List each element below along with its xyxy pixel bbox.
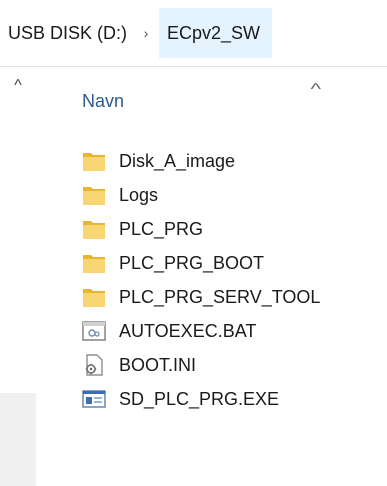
- breadcrumb-item-ecpv2-sw[interactable]: ECpv2_SW: [159, 8, 273, 58]
- list-item-label: Disk_A_image: [119, 150, 236, 171]
- list-item[interactable]: SD_PLC_PRG.EXE: [36, 382, 387, 416]
- list-item[interactable]: PLC_PRG: [36, 212, 387, 246]
- breadcrumb-item-usb-disk[interactable]: USB DISK (D:): [0, 8, 133, 58]
- navigation-pane: ^: [0, 67, 36, 486]
- list-item-label: PLC_PRG: [119, 218, 204, 239]
- folder-icon: [82, 184, 106, 206]
- file-explorer: USB DISK (D:) › ECpv2_SW ^ Navn ^ Disk_A…: [0, 0, 387, 486]
- list-item-label: Logs: [119, 184, 159, 205]
- folder-icon: [82, 286, 106, 308]
- list-item-label: PLC_PRG_BOOT: [119, 252, 265, 273]
- address-bar[interactable]: USB DISK (D:) › ECpv2_SW: [0, 0, 387, 67]
- batch-file-icon: [82, 320, 106, 342]
- folder-icon: [82, 150, 106, 172]
- chevron-up-icon[interactable]: ^: [9, 77, 27, 95]
- column-header-name[interactable]: Navn: [82, 91, 124, 112]
- folder-icon: [82, 218, 106, 240]
- list-item[interactable]: Logs: [36, 178, 387, 212]
- list-item-label: BOOT.INI: [119, 354, 197, 375]
- folder-icon: [82, 252, 106, 274]
- executable-icon: [82, 388, 106, 410]
- settings-file-icon: [82, 354, 106, 376]
- sort-ascending-icon: ^: [310, 81, 322, 98]
- list-item-label: AUTOEXEC.BAT: [119, 320, 257, 341]
- list-item-label: PLC_PRG_SERV_TOOL: [119, 286, 321, 307]
- list-item[interactable]: Disk_A_image: [36, 144, 387, 178]
- list-item[interactable]: PLC_PRG_BOOT: [36, 246, 387, 280]
- list-item-label: SD_PLC_PRG.EXE: [119, 388, 280, 409]
- file-list: Navn ^ Disk_A_image Logs PLC_PRG PLC_PRG…: [36, 67, 387, 486]
- list-item[interactable]: AUTOEXEC.BAT: [36, 314, 387, 348]
- file-rows: Disk_A_image Logs PLC_PRG PLC_PRG_BOOT P…: [36, 144, 387, 416]
- chevron-right-icon[interactable]: ›: [133, 8, 159, 58]
- navigation-pane-scrollbar[interactable]: [0, 393, 36, 486]
- list-item[interactable]: BOOT.INI: [36, 348, 387, 382]
- list-item[interactable]: PLC_PRG_SERV_TOOL: [36, 280, 387, 314]
- breadcrumb: USB DISK (D:) › ECpv2_SW: [0, 8, 273, 58]
